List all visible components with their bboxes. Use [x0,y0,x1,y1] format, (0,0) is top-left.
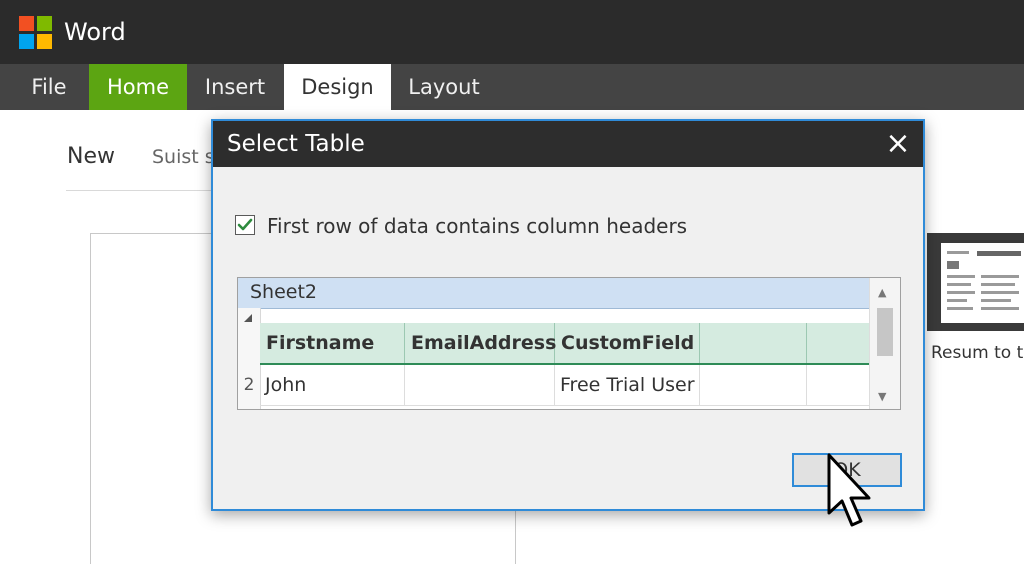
tab-insert[interactable]: Insert [192,64,278,110]
table-preview: Sheet2 Firstname EmailAddress CustomFiel… [237,277,901,410]
tab-design[interactable]: Design [284,64,391,110]
table-cell[interactable] [405,365,555,405]
template-caption: Resum to to [931,343,1024,363]
table-cell[interactable] [807,365,870,405]
table-cell[interactable]: John [260,365,405,405]
scroll-thumb[interactable] [877,308,893,356]
title-bar: Word [0,0,1024,64]
vertical-scrollbar[interactable]: ▲ ▼ [869,278,900,409]
column-header[interactable]: EmailAddress [405,323,556,363]
partial-table-row [260,405,870,409]
scroll-up-icon[interactable]: ▲ [878,286,886,299]
thumbnail-preview [941,243,1024,323]
close-icon[interactable]: × [873,121,923,167]
scroll-down-icon[interactable]: ▼ [878,390,886,403]
sheet-tab[interactable]: Sheet2 [238,278,870,309]
checkmark-icon [237,218,253,231]
header-row: Firstname EmailAddress CustomField [260,323,870,365]
select-all-corner-icon[interactable] [244,314,252,322]
app-title: Word [64,18,126,46]
row-number: 2 [243,375,255,395]
column-headers-label[interactable]: First row of data contains column header… [267,213,687,239]
table-row: John Free Trial User [260,365,870,405]
column-header[interactable]: CustomField [555,323,700,363]
tab-file[interactable]: File [18,64,80,110]
column-header[interactable]: Firstname [260,323,405,363]
ribbon-tabs: File Home Insert Design Layout [0,64,1024,110]
windows-logo-icon [19,16,52,49]
column-header[interactable] [807,323,870,363]
sheet-name: Sheet2 [250,281,318,303]
select-table-dialog: Select Table × First row of data contain… [211,119,925,511]
resume-template-thumbnail[interactable] [927,233,1024,331]
dialog-title: Select Table [227,131,365,157]
dialog-title-bar: Select Table × [213,121,923,167]
table-cell[interactable]: Free Trial User [555,365,700,405]
new-heading: New [67,144,115,169]
column-headers-checkbox[interactable] [235,215,255,235]
column-header[interactable] [700,323,807,363]
tab-layout[interactable]: Layout [396,64,492,110]
mouse-pointer-icon [827,453,871,527]
table-cell[interactable] [700,365,807,405]
tab-home[interactable]: Home [89,64,187,110]
suggested-searches-label[interactable]: Suist s [152,146,215,168]
